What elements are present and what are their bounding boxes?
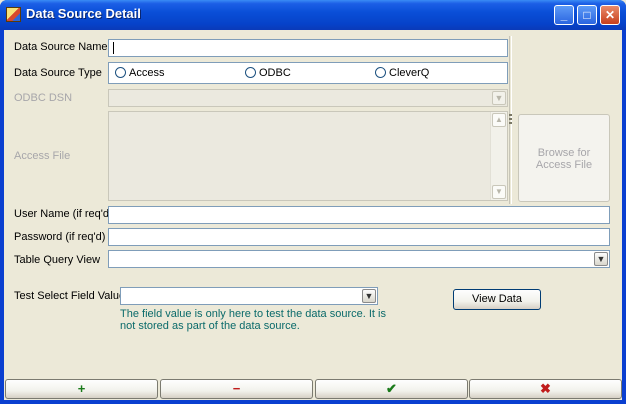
data-source-type-label: Data Source Type — [14, 67, 102, 79]
arrow-down-icon[interactable]: ▼ — [492, 185, 506, 199]
radio-icon — [245, 67, 256, 78]
maximize-button[interactable]: □ — [577, 5, 597, 25]
test-select-label: Test Select Field Value — [14, 290, 126, 302]
remove-button[interactable]: − — [160, 379, 313, 399]
table-query-view-label: Table Query View — [14, 254, 101, 266]
add-button[interactable]: + — [5, 379, 158, 399]
password-label: Password (if req'd) — [14, 231, 106, 243]
bottom-toolbar: + − ✔ ✖ — [5, 379, 622, 399]
odbc-dsn-label: ODBC DSN — [14, 92, 73, 104]
ok-button[interactable]: ✔ — [315, 379, 468, 399]
chevron-down-icon[interactable]: ▼ — [362, 289, 376, 303]
test-select-field-select[interactable]: ▼ — [120, 287, 378, 305]
view-data-button[interactable]: View Data — [453, 289, 541, 310]
password-input[interactable] — [108, 228, 610, 246]
app-icon — [6, 7, 21, 22]
radio-odbc-label: ODBC — [259, 67, 291, 79]
minimize-button[interactable]: _ — [554, 5, 574, 25]
chevron-down-icon[interactable]: ▼ — [594, 252, 608, 266]
test-select-hint: The field value is only here to test the… — [120, 308, 386, 332]
arrow-up-icon[interactable]: ▲ — [492, 113, 506, 127]
data-source-detail-window: Data Source Detail _ □ ✕ Data Source Nam… — [0, 0, 626, 404]
radio-icon — [375, 67, 386, 78]
radio-cleverq-label: CleverQ — [389, 67, 430, 79]
browse-access-file-button[interactable]: Browse for Access File — [518, 114, 610, 202]
window-title: Data Source Detail — [26, 6, 141, 21]
title-bar[interactable]: Data Source Detail _ □ ✕ — [0, 0, 626, 30]
grip-icon[interactable] — [509, 114, 512, 126]
radio-access[interactable]: Access — [115, 67, 164, 79]
close-button[interactable]: ✕ — [600, 5, 620, 25]
data-source-type-group: Access ODBC CleverQ — [108, 62, 508, 84]
radio-cleverq[interactable]: CleverQ — [375, 67, 429, 79]
odbc-dsn-select[interactable]: ▼ — [108, 89, 508, 107]
chevron-down-icon[interactable]: ▼ — [492, 91, 506, 105]
data-source-name-input[interactable] — [108, 39, 508, 57]
text-caret — [113, 42, 114, 54]
form-area: Data Source Name Data Source Type Access… — [4, 30, 622, 400]
scrollbar[interactable]: ▲ ▼ — [490, 112, 507, 200]
access-file-textarea[interactable]: ▲ ▼ — [108, 111, 508, 201]
user-name-label: User Name (if req'd) — [14, 208, 113, 220]
cancel-button[interactable]: ✖ — [469, 379, 622, 399]
user-name-input[interactable] — [108, 206, 610, 224]
access-file-label: Access File — [14, 150, 71, 162]
data-source-name-label: Data Source Name — [14, 41, 108, 53]
radio-icon — [115, 67, 126, 78]
browse-button-label: Browse for Access File — [535, 147, 593, 171]
radio-odbc[interactable]: ODBC — [245, 67, 291, 79]
radio-access-label: Access — [129, 67, 165, 79]
table-query-view-select[interactable]: ▼ — [108, 250, 610, 268]
